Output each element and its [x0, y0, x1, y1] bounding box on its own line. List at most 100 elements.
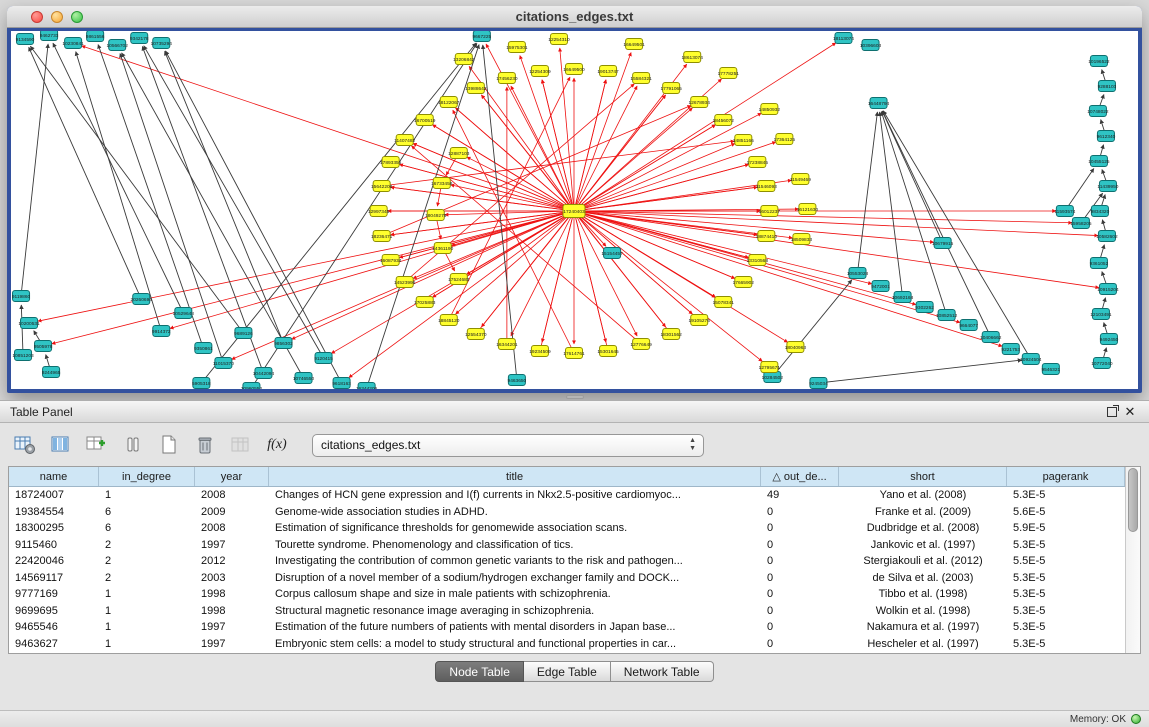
graph-node[interactable]: 10735294	[151, 38, 173, 49]
graph-edge[interactable]	[76, 52, 162, 331]
graph-node[interactable]: 15154457	[601, 248, 623, 259]
graph-node[interactable]: 10924504	[1020, 354, 1042, 365]
graph-node[interactable]: 16344201	[496, 339, 518, 350]
graph-node[interactable]: 11549469	[790, 174, 811, 185]
panel-splitter[interactable]	[0, 393, 1149, 400]
graph-node[interactable]: 17238845	[747, 157, 769, 168]
graph-edge[interactable]	[818, 360, 1021, 383]
graph-node[interactable]: 17456230	[496, 73, 518, 84]
graph-node[interactable]: 16344206	[356, 383, 378, 390]
graph-node[interactable]: 15078341	[713, 297, 735, 308]
scrollbar-thumb[interactable]	[1128, 468, 1138, 532]
columns-button[interactable]	[46, 432, 76, 458]
graph-node[interactable]: 9492450	[1100, 334, 1119, 345]
graph-node[interactable]: 9302262	[915, 302, 934, 313]
graph-node[interactable]: 16649501	[623, 39, 645, 50]
graph-node[interactable]: 12997345	[368, 206, 390, 217]
graph-node[interactable]: 16700519	[414, 115, 436, 126]
table-row[interactable]: 2242004622012Investigating the contribut…	[9, 553, 1125, 570]
graph-node[interactable]: 17364125	[774, 134, 796, 145]
graph-node[interactable]: 10529648	[173, 308, 195, 319]
graph-node[interactable]: 10455125	[1088, 156, 1110, 167]
graph-node[interactable]: 17614761	[563, 348, 585, 359]
graph-node[interactable]: 18040963	[785, 342, 807, 353]
graph-node[interactable]: 10200531	[18, 318, 40, 329]
graph-node[interactable]: 18613074	[682, 52, 704, 63]
graph-edge[interactable]	[574, 142, 776, 211]
graph-node[interactable]: 17025883	[414, 297, 436, 308]
edit-table-button[interactable]	[82, 432, 112, 458]
column-header-title[interactable]: title	[269, 467, 761, 486]
graph-node[interactable]: 17240403	[563, 205, 585, 218]
graph-node[interactable]: 19234509	[529, 346, 551, 357]
graph-edge[interactable]	[574, 211, 637, 336]
graph-edge[interactable]	[53, 43, 183, 313]
table-row[interactable]: 977716911998Corpus callosum shape and si…	[9, 586, 1125, 603]
graph-node[interactable]: 17665902	[733, 277, 755, 288]
tab-node-table[interactable]: Node Table	[435, 661, 524, 682]
graph-node[interactable]: 9667225	[472, 31, 491, 42]
graph-node[interactable]: 9505978	[34, 341, 53, 352]
graph-node[interactable]: 12554370	[465, 329, 487, 340]
graph-node[interactable]: 10772040	[1091, 358, 1113, 369]
graph-node[interactable]: 18113074	[833, 33, 854, 44]
graph-node[interactable]: 18301562	[660, 329, 682, 340]
graph-edge[interactable]	[574, 211, 1099, 288]
graph-node[interactable]: 15958205	[1070, 218, 1092, 229]
graph-node[interactable]: 10230841	[62, 38, 84, 49]
graph-node[interactable]: 10396603	[860, 40, 882, 51]
graph-node[interactable]: 9361052	[1090, 258, 1109, 269]
column-header-year[interactable]: year	[195, 467, 269, 486]
graph-node[interactable]: 12887103	[448, 148, 470, 159]
graph-node[interactable]: 9689126	[234, 328, 253, 339]
graph-node[interactable]: 9546321	[1041, 364, 1060, 375]
graph-edge[interactable]	[165, 51, 341, 383]
graph-node[interactable]: 9856302	[274, 338, 293, 349]
graph-node[interactable]: 10851203	[12, 350, 34, 361]
graph-node[interactable]: 14850932	[759, 104, 781, 115]
graph-node[interactable]: 16448794	[868, 98, 890, 109]
window-titlebar[interactable]: citations_edges.txt	[7, 6, 1142, 28]
float-panel-button[interactable]	[1103, 404, 1121, 420]
graph-node[interactable]: 18236471	[371, 231, 393, 242]
tab-edge-table[interactable]: Edge Table	[524, 661, 611, 682]
table-row[interactable]: 911546021997Tourette syndrome. Phenomeno…	[9, 537, 1125, 554]
graph-node[interactable]: 18456072	[713, 115, 735, 126]
graph-edge[interactable]	[292, 211, 574, 339]
graph-edge[interactable]	[445, 211, 574, 215]
column-header-in_degree[interactable]: in_degree	[99, 467, 195, 486]
graph-edge[interactable]	[453, 110, 574, 353]
new-document-button[interactable]	[154, 432, 184, 458]
graph-node[interactable]: 9288103	[1098, 81, 1117, 92]
graph-node[interactable]: 12678934	[689, 97, 711, 108]
table-row[interactable]: 969969511998Structural magnetic resonanc…	[9, 603, 1125, 620]
graph-node[interactable]: 9463650	[508, 375, 527, 386]
graph-node[interactable]: 11439950	[1097, 181, 1118, 192]
delete-button[interactable]	[190, 432, 220, 458]
graph-node[interactable]: 9134590	[16, 34, 35, 45]
graph-node[interactable]: 15301645	[597, 346, 619, 357]
graph-node[interactable]: 9861556	[86, 31, 105, 42]
graph-node[interactable]: 16733458	[431, 178, 453, 189]
graph-node[interactable]: 16012237	[759, 206, 781, 217]
function-builder-button[interactable]: f(x)	[262, 432, 292, 458]
graph-node[interactable]: 10406662	[980, 332, 1002, 343]
graph-node[interactable]: 9618163	[332, 378, 351, 389]
graph-node[interactable]: 9914372	[152, 326, 171, 337]
graph-edge[interactable]	[858, 112, 878, 273]
import-table-button[interactable]	[226, 432, 256, 458]
graph-node[interactable]: 9245034	[809, 378, 828, 389]
graph-edge[interactable]	[170, 211, 574, 328]
graph-edge[interactable]	[882, 111, 990, 337]
graph-node[interactable]: 10852512	[936, 310, 958, 321]
graph-node[interactable]: 18874410	[756, 231, 778, 242]
graph-edge[interactable]	[1065, 168, 1094, 211]
graph-node[interactable]: 10196522	[1088, 56, 1110, 67]
graph-edge[interactable]	[881, 112, 946, 315]
graph-edge[interactable]	[165, 51, 284, 343]
graph-node[interactable]: 18509833	[791, 234, 813, 245]
table-selector-dropdown[interactable]: citations_edges.txt ▲▼	[312, 434, 704, 457]
graph-node[interactable]: 15642208	[371, 181, 393, 192]
graph-edge[interactable]	[144, 46, 324, 358]
graph-node[interactable]: 10553028	[847, 268, 869, 279]
